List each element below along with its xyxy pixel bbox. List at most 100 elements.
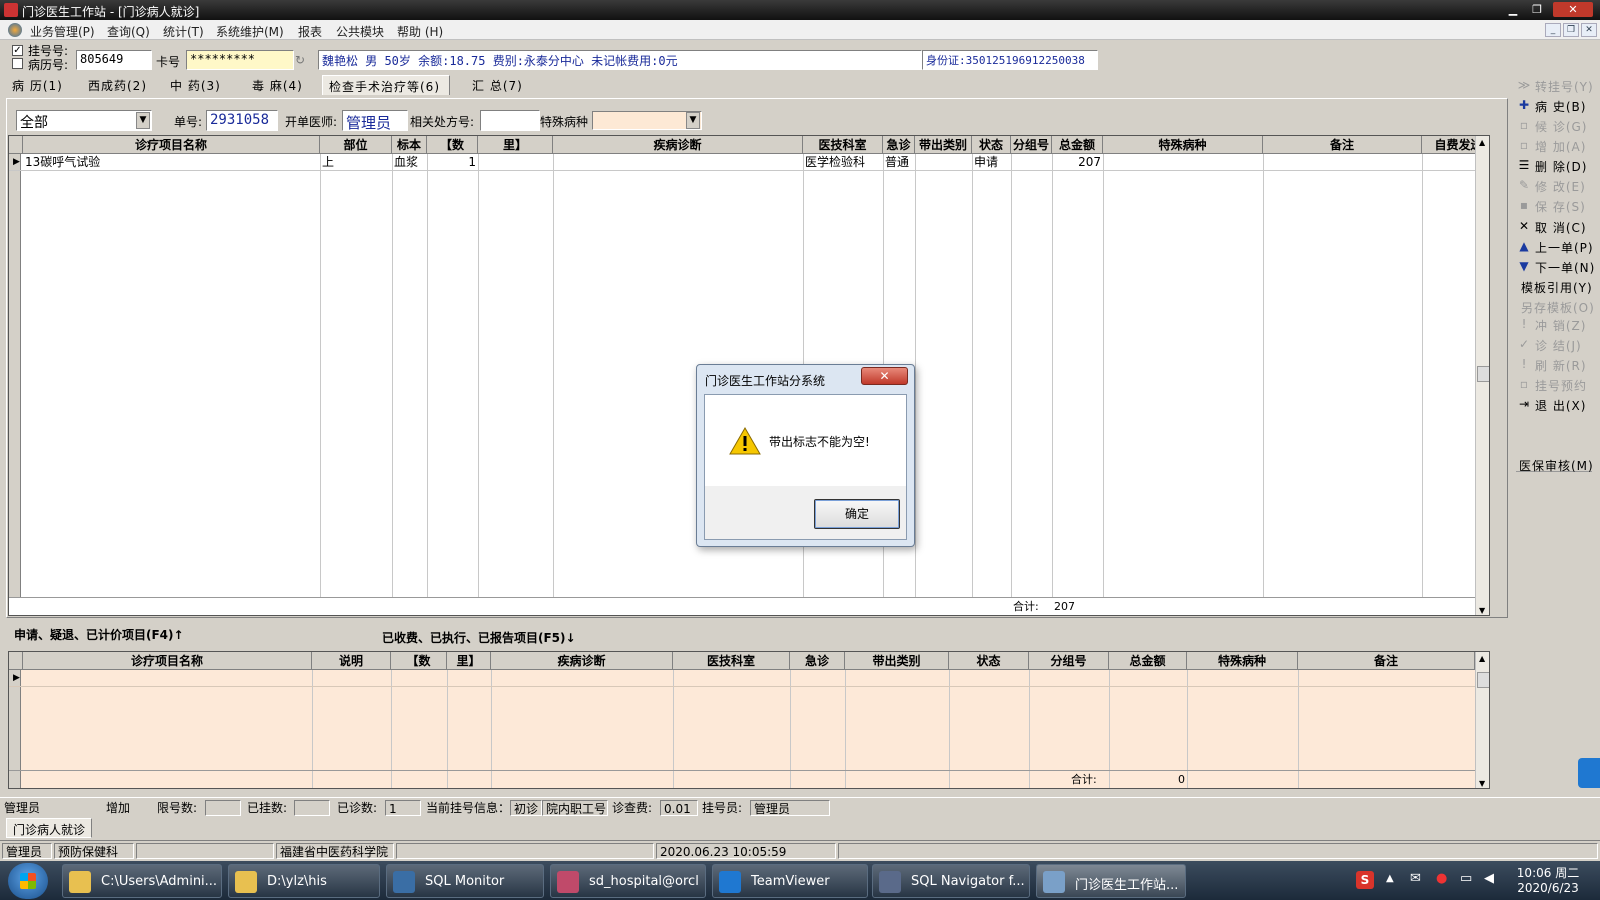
menu-reports[interactable]: 报表	[298, 23, 322, 40]
transfer-reg-button[interactable]: ≫ 转挂号(Y)	[1513, 77, 1595, 95]
save-template-button[interactable]: 另存模板(O)	[1513, 298, 1595, 316]
add-button[interactable]: ▫ 增 加(A)	[1513, 137, 1595, 155]
cell-specimen[interactable]: 血浆	[392, 154, 427, 171]
clock[interactable]: 10:06 周二 2020/6/23	[1508, 864, 1588, 895]
cell-item-name[interactable]: 13碳呼气试验	[23, 154, 320, 171]
col-urgent[interactable]: 急诊	[883, 136, 915, 154]
table-row[interactable]: ▶ 13碳呼气试验 上 血浆 1 医学检验科 普通 申请 207	[9, 154, 1475, 171]
close-button[interactable]: ✕	[1553, 2, 1593, 17]
refresh-button[interactable]: ! 刷 新(R)	[1513, 356, 1595, 374]
minimize-button[interactable]: ▁	[1503, 2, 1523, 17]
delete-button[interactable]: ☰ 删 除(D)	[1513, 157, 1595, 175]
taskbar-item-6[interactable]: SQL Navigator f...	[872, 864, 1030, 898]
col-specimen[interactable]: 标本	[392, 136, 427, 154]
mdi-restore-button[interactable]: ❐	[1563, 23, 1579, 37]
mdi-minimize-button[interactable]: _	[1545, 23, 1561, 37]
history-button[interactable]: ✚ 病 史(B)	[1513, 97, 1595, 115]
cell-diagnosis[interactable]	[553, 154, 803, 171]
dialog-close-button[interactable]: ✕	[861, 367, 908, 385]
menu-public[interactable]: 公共模块	[336, 23, 384, 40]
taskbar-item-4[interactable]: sd_hospital@orcl	[550, 864, 706, 898]
exit-button[interactable]: ⇥ 退 出(X)	[1513, 396, 1595, 414]
cell-status[interactable]: 申请	[972, 154, 1011, 171]
taskbar-item-7[interactable]: 门诊医生工作站...	[1036, 864, 1186, 898]
col-item-name[interactable]: 诊疗项目名称	[23, 136, 320, 154]
qq-icon[interactable]: ●	[1436, 871, 1447, 886]
start-button[interactable]	[8, 863, 48, 899]
tab-summary[interactable]: 汇 总(7)	[466, 75, 529, 95]
card-number-input[interactable]: *********	[186, 50, 294, 70]
col-qty2[interactable]: 里】	[478, 136, 553, 154]
menu-statistics[interactable]: 统计(T)	[163, 23, 204, 40]
menu-business[interactable]: 业务管理(P)	[30, 23, 95, 40]
card-reader-icon[interactable]: ↻	[295, 53, 305, 67]
network-icon[interactable]: ▭	[1460, 871, 1472, 886]
menu-maintenance[interactable]: 系统维护(M)	[216, 23, 284, 40]
order-number-input[interactable]: 2931058	[206, 110, 278, 131]
taskbar-item-3[interactable]: SQL Monitor	[386, 864, 544, 898]
reg-checkbox[interactable]: ✓	[12, 45, 23, 56]
col-group[interactable]: 分组号	[1029, 652, 1109, 670]
tab-western-medicine[interactable]: 西成药(2)	[82, 75, 153, 95]
col-status[interactable]: 状态	[972, 136, 1011, 154]
col-carry-type[interactable]: 带出类别	[845, 652, 949, 670]
insurance-review-button[interactable]: 医保审核(M)	[1513, 456, 1595, 474]
col-diagnosis[interactable]: 疾病诊断	[491, 652, 673, 670]
col-site[interactable]: 部位	[320, 136, 392, 154]
cell-dept[interactable]: 医学检验科	[803, 154, 883, 171]
pending-items-label[interactable]: 申请、疑退、已计价项目(F4)↑	[14, 626, 184, 643]
col-dept[interactable]: 医技科室	[803, 136, 883, 154]
col-amount[interactable]: 总金额	[1109, 652, 1187, 670]
col-special-disease[interactable]: 特殊病种	[1187, 652, 1298, 670]
cell-qty2[interactable]	[478, 154, 553, 171]
prev-order-button[interactable]: ▲ 上一单(P)	[1513, 238, 1595, 256]
menu-help[interactable]: 帮助 (H)	[397, 23, 443, 40]
save-button[interactable]: ▪ 保 存(S)	[1513, 197, 1595, 215]
col-carry-type[interactable]: 带出类别	[915, 136, 972, 154]
cell-carry-type[interactable]	[915, 154, 972, 171]
finish-visit-button[interactable]: ✓ 诊 结(J)	[1513, 336, 1595, 354]
waiting-button[interactable]: ▫ 候 诊(G)	[1513, 117, 1595, 135]
top-grid-scrollbar[interactable]: ▲ ▼	[1475, 136, 1489, 615]
cell-urgent[interactable]: 普通	[883, 154, 915, 171]
volume-icon[interactable]: ◀	[1484, 871, 1494, 886]
col-remark[interactable]: 备注	[1263, 136, 1422, 154]
cell-qty[interactable]: 1	[427, 154, 478, 171]
reg-appointment-button[interactable]: ▫ 挂号预约	[1513, 376, 1595, 394]
col-qty[interactable]: 【数	[391, 652, 447, 670]
reg-number-input[interactable]: 805649	[76, 50, 152, 70]
cell-amount[interactable]: 207	[1052, 154, 1103, 171]
reverse-button[interactable]: ! 冲 销(Z)	[1513, 316, 1595, 334]
teamviewer-side-icon[interactable]	[1578, 758, 1600, 788]
ime-icon[interactable]: S	[1356, 871, 1374, 889]
template-ref-button[interactable]: 模板引用(Y)	[1513, 278, 1595, 296]
completed-items-label[interactable]: 已收费、已执行、已报告项目(F5)↓	[382, 629, 576, 646]
taskbar-item-2[interactable]: D:\ylz\his	[228, 864, 380, 898]
record-checkbox[interactable]	[12, 58, 23, 69]
chevron-down-icon[interactable]: ▼	[136, 112, 150, 129]
col-diagnosis[interactable]: 疾病诊断	[553, 136, 803, 154]
col-urgent[interactable]: 急诊	[790, 652, 845, 670]
col-status[interactable]: 状态	[949, 652, 1029, 670]
tab-exam-treatment[interactable]: 检查手术治疗等(6)	[322, 75, 450, 95]
col-qty[interactable]: 【数	[427, 136, 478, 154]
doctor-input[interactable]: 管理员	[342, 110, 408, 131]
window-tab-outpatient[interactable]: 门诊病人就诊	[6, 818, 92, 838]
taskbar-item-5[interactable]: TeamViewer	[712, 864, 868, 898]
col-amount[interactable]: 总金额	[1052, 136, 1103, 154]
edit-button[interactable]: ✎ 修 改(E)	[1513, 177, 1595, 195]
next-order-button[interactable]: ▼ 下一单(N)	[1513, 258, 1595, 276]
mdi-close-button[interactable]: ✕	[1581, 23, 1597, 37]
taskbar-item-1[interactable]: C:\Users\Admini...	[62, 864, 222, 898]
col-item-name[interactable]: 诊疗项目名称	[23, 652, 312, 670]
cancel-button[interactable]: ✕ 取 消(C)	[1513, 218, 1595, 236]
ok-button[interactable]: 确定	[814, 499, 900, 529]
tab-medical-record[interactable]: 病 历(1)	[6, 75, 69, 95]
cell-site[interactable]: 上	[320, 154, 392, 171]
maximize-button[interactable]: ❐	[1527, 2, 1547, 17]
col-qty2[interactable]: 里】	[447, 652, 491, 670]
col-dept[interactable]: 医技科室	[673, 652, 790, 670]
chat-icon[interactable]: ✉	[1410, 871, 1421, 886]
col-special-disease[interactable]: 特殊病种	[1103, 136, 1263, 154]
tray-expand-icon[interactable]: ▲	[1386, 873, 1394, 884]
